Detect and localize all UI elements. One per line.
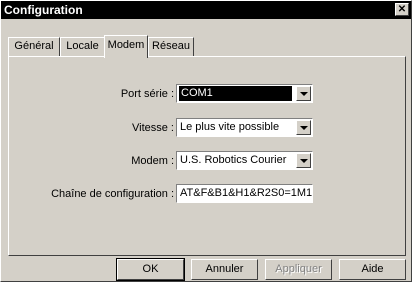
tab-reseau-label: Réseau xyxy=(152,40,190,52)
port-value: COM1 xyxy=(179,86,292,101)
tab-reseau[interactable]: Réseau xyxy=(148,37,194,56)
close-button[interactable]: ✕ xyxy=(395,3,409,16)
title-bar[interactable]: Configuration ✕ xyxy=(1,1,411,19)
modem-value: U.S. Robotics Courier xyxy=(180,154,287,166)
ok-button[interactable]: OK xyxy=(116,258,185,281)
modem-label: Modem : xyxy=(131,155,174,167)
close-icon: ✕ xyxy=(397,4,407,15)
tab-general[interactable]: Général xyxy=(8,37,60,56)
speed-select[interactable]: Le plus vite possible xyxy=(176,118,313,137)
port-select[interactable]: COM1 xyxy=(176,84,313,103)
tab-panel-modem: Port série : COM1 Vitesse : Le plus vite… xyxy=(8,56,406,256)
config-label: Chaîne de configuration : xyxy=(51,188,174,200)
tab-modem[interactable]: Modem xyxy=(104,35,148,58)
tab-locale-label: Locale xyxy=(66,40,99,52)
modem-select[interactable]: U.S. Robotics Courier xyxy=(176,151,313,170)
tab-general-label: Général xyxy=(14,40,54,52)
help-button[interactable]: Aide xyxy=(339,259,406,280)
speed-value: Le plus vite possible xyxy=(180,121,280,133)
tab-locale[interactable]: Locale xyxy=(60,37,105,56)
apply-button[interactable]: Appliquer xyxy=(265,259,332,280)
cancel-button[interactable]: Annuler xyxy=(191,259,258,280)
speed-label: Vitesse : xyxy=(132,122,174,134)
chevron-down-icon[interactable] xyxy=(296,153,311,168)
chevron-down-icon[interactable] xyxy=(296,86,311,101)
configuration-dialog: Configuration ✕ Général Locale Modem Rés… xyxy=(0,0,412,282)
chevron-down-icon[interactable] xyxy=(296,120,311,135)
config-string-input[interactable]: AT&F&B1&H1&R2S0=1M1L0 xyxy=(176,184,313,203)
port-label: Port série : xyxy=(120,88,174,100)
tab-modem-label: Modem xyxy=(107,39,145,51)
window-title: Configuration xyxy=(4,3,83,17)
